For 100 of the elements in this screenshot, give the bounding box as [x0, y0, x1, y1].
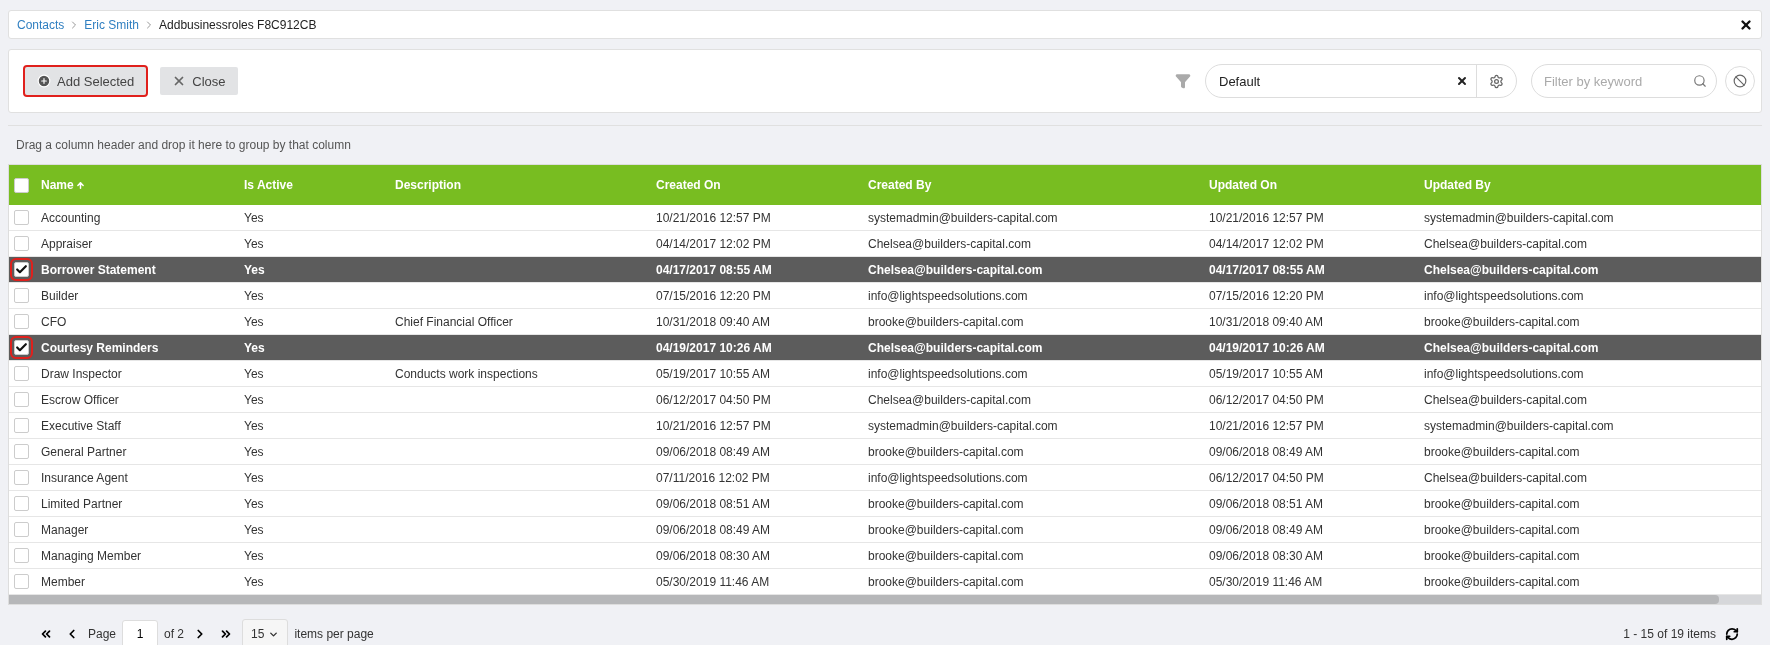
row-checkbox[interactable] [14, 522, 29, 537]
table-cell-text: Accounting [41, 210, 102, 225]
table-cell-text: Chelsea@builders-capital.com [1424, 262, 1600, 277]
table-cell-text: 07/11/2016 12:02 PM [656, 470, 771, 485]
table-cell-text: General Partner [41, 444, 128, 459]
table-cell-text: 04/19/2017 10:26 AM [656, 340, 773, 355]
table-cell-text: Escrow Officer [41, 392, 120, 407]
plus-circle-icon [37, 74, 51, 88]
table-cell-text: Insurance Agent [41, 470, 129, 485]
table-cell-text: 05/30/2019 11:46 AM [656, 574, 771, 589]
table-cell-text: Courtesy Reminders [41, 340, 160, 355]
row-checkbox[interactable] [14, 236, 29, 251]
table-cell-text: brooke@builders-capital.com [1424, 496, 1581, 511]
ban-icon [1733, 74, 1747, 88]
table-row[interactable]: Borrower Statement Yes 04/17/2017 08:55 AM Chelsea@builders-capital.com 04/17/2017 08:55 AM Chelsea@builders-capital.com [9, 257, 1761, 283]
close-icon[interactable] [1739, 17, 1753, 32]
table-cell-text: brooke@builders-capital.com [1424, 574, 1581, 589]
table-row[interactable]: Courtesy Reminders Yes 04/19/2017 10:26 AM Chelsea@builders-capital.com 04/19/2017 10:26 AM Chelsea@builders-capital.com [9, 335, 1761, 361]
table-cell-text: Executive Staff [41, 418, 122, 433]
row-checkbox[interactable] [14, 444, 29, 459]
row-checkbox[interactable] [14, 366, 29, 381]
clear-icon [1456, 75, 1468, 87]
table-cell-text: info@lightspeedsolutions.com [1424, 288, 1585, 303]
table-cell-text: brooke@builders-capital.com [868, 548, 1025, 563]
scrollbar-thumb[interactable] [9, 595, 1719, 604]
refresh-icon [1725, 627, 1739, 641]
table-cell-text: 05/30/2019 11:46 AM [1209, 574, 1324, 589]
table-cell-text: Member [41, 574, 86, 589]
table-cell-text: Builder [41, 288, 80, 303]
table-cell-text: 04/14/2017 12:02 PM [1209, 236, 1325, 251]
table-cell-text: brooke@builders-capital.com [1424, 548, 1581, 563]
table-cell-text: 09/06/2018 08:51 AM [656, 496, 772, 511]
table-cell-text: Chelsea@builders-capital.com [868, 340, 1044, 355]
table-cell-text: 09/06/2018 08:49 AM [1209, 444, 1325, 459]
sort-arrow-icon [75, 180, 85, 190]
table-cell-text: 09/06/2018 08:30 AM [1209, 548, 1325, 563]
row-checkbox[interactable] [14, 314, 29, 329]
table-cell-text: brooke@builders-capital.com [868, 574, 1025, 589]
table-cell-text: 04/17/2017 08:55 AM [656, 262, 773, 277]
close-button[interactable]: Close [160, 67, 238, 95]
table-cell-text: 09/06/2018 08:49 AM [656, 444, 772, 459]
table-cell-text: Chelsea@builders-capital.com [1424, 392, 1588, 407]
table-cell-text: Yes [244, 366, 265, 381]
clear-filter-button[interactable] [1725, 66, 1755, 96]
row-checkbox[interactable] [14, 496, 29, 511]
breadcrumb-link[interactable]: Contacts [17, 17, 65, 32]
table-cell-text: Chelsea@builders-capital.com [868, 236, 1032, 251]
table-cell-text: systemadmin@builders-capital.com [1424, 418, 1615, 433]
table-cell-text: Yes [244, 444, 265, 459]
table-cell-text: Yes [244, 470, 265, 485]
table-cell-text: 09/06/2018 08:30 AM [656, 548, 772, 563]
table-cell-text: info@lightspeedsolutions.com [1424, 366, 1585, 381]
table-cell-text: Yes [244, 574, 265, 589]
items-summary: 1 - 15 of 19 items [1623, 627, 1716, 641]
page-size-select[interactable]: 15 [242, 619, 289, 645]
table-cell-text: brooke@builders-capital.com [868, 444, 1025, 459]
table-cell-text: 04/19/2017 10:26 AM [1209, 340, 1326, 355]
row-checkbox[interactable] [14, 470, 29, 485]
table-cell-text: 06/12/2017 04:50 PM [1209, 470, 1325, 485]
row-checkbox[interactable] [14, 392, 29, 407]
table-cell-text: systemadmin@builders-capital.com [868, 418, 1059, 433]
table-cell-text: Yes [244, 548, 265, 563]
page-size-label: items per page [294, 627, 374, 641]
table-cell-text: Limited Partner [41, 496, 124, 511]
table-cell-text: systemadmin@builders-capital.com [1424, 210, 1615, 225]
table-cell-text: info@lightspeedsolutions.com [868, 288, 1029, 303]
table-cell-text: 06/12/2017 04:50 PM [656, 392, 772, 407]
table-cell-text: brooke@builders-capital.com [1424, 522, 1581, 537]
table-cell-text: brooke@builders-capital.com [868, 314, 1025, 329]
breadcrumb-current: Addbusinessroles F8C912CB [159, 17, 317, 32]
row-checkbox[interactable] [14, 418, 29, 433]
select-all-checkbox[interactable] [14, 177, 29, 193]
gear-icon [1489, 73, 1504, 89]
table-cell-text: 09/06/2018 08:49 AM [656, 522, 772, 537]
table-cell-text: Appraiser [41, 236, 94, 251]
table-cell-text: Chelsea@builders-capital.com [868, 392, 1032, 407]
breadcrumb-link[interactable]: Eric Smith [84, 17, 140, 32]
table-cell-text: Yes [244, 210, 265, 225]
table-cell-text: Yes [244, 496, 265, 511]
row-checkbox[interactable] [14, 574, 29, 589]
table-cell-text: 10/31/2018 09:40 AM [1209, 314, 1325, 329]
table-cell-text: Borrower Statement [41, 262, 157, 277]
table-cell-text: info@lightspeedsolutions.com [868, 366, 1029, 381]
table-cell-text: 05/19/2017 10:55 AM [656, 366, 772, 381]
row-checkbox[interactable] [14, 210, 29, 225]
row-checkbox[interactable] [14, 288, 29, 303]
page-label: Page [88, 627, 117, 641]
table-cell-text: 09/06/2018 08:49 AM [1209, 522, 1325, 537]
table-cell-text: Yes [244, 236, 265, 251]
add-selected-button[interactable]: Add Selected [25, 67, 147, 95]
table-cell-text: Yes [244, 522, 265, 537]
page-input[interactable]: 1 [122, 620, 159, 645]
table-cell-text: brooke@builders-capital.com [1424, 314, 1581, 329]
table-cell-text: 06/12/2017 04:50 PM [1209, 392, 1325, 407]
row-checkbox[interactable] [14, 548, 29, 563]
table-cell-text: Managing Member [41, 548, 143, 563]
table-cell-text: 07/15/2016 12:20 PM [656, 288, 772, 303]
table-cell-text: 04/17/2017 08:55 AM [1209, 262, 1326, 277]
table-cell-text: 10/21/2016 12:57 PM [1209, 210, 1325, 225]
search-field[interactable]: Filter by keyword [1531, 64, 1717, 98]
